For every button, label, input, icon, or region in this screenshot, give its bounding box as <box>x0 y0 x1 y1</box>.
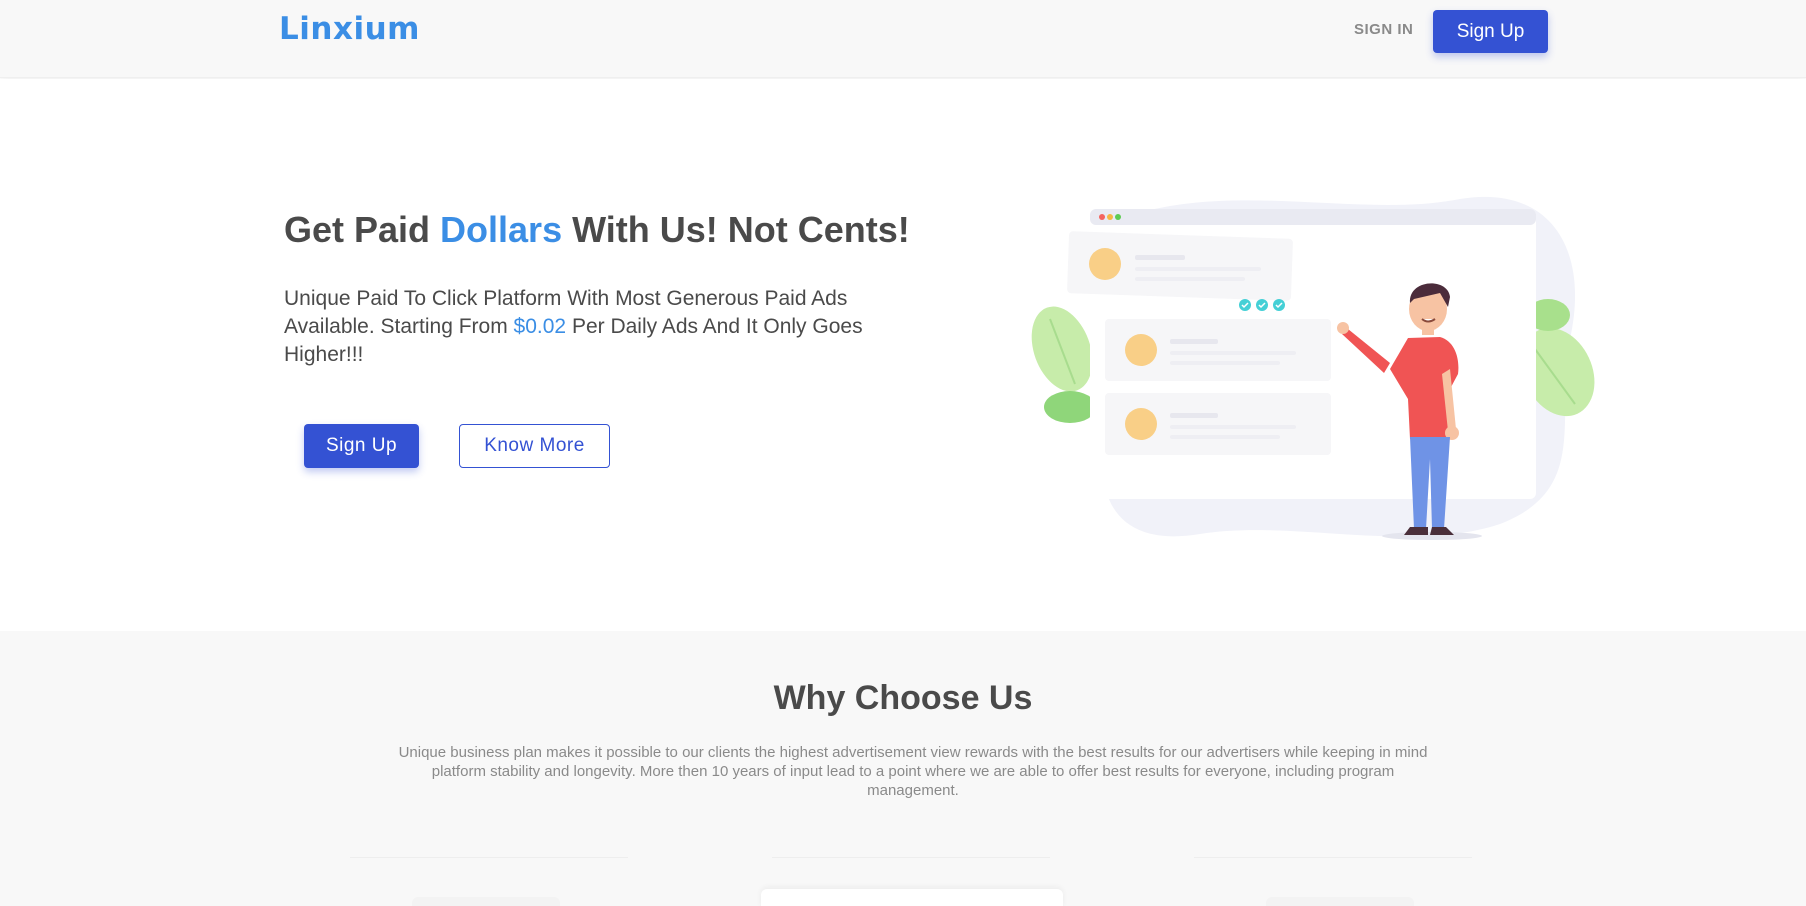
feature-card <box>761 889 1063 906</box>
browser-bar <box>1090 209 1536 225</box>
hero-subtitle-price: $0.02 <box>513 315 567 338</box>
divider <box>1194 857 1472 858</box>
hero-signup-button[interactable]: Sign Up <box>304 424 419 468</box>
divider <box>350 857 628 858</box>
feature-card <box>1266 897 1414 906</box>
why-title: Why Choose Us <box>773 679 1033 717</box>
know-more-button[interactable]: Know More <box>459 424 610 468</box>
hero-illustration-icon <box>1031 196 1595 540</box>
divider <box>772 857 1050 858</box>
leaf-left-2 <box>1044 391 1096 423</box>
feature-card <box>412 897 560 906</box>
hero-title-accent: Dollars <box>440 209 563 250</box>
why-description: Unique business plan makes it possible t… <box>398 744 1428 799</box>
site-header: Linxium SIGN IN Sign Up <box>0 0 1806 78</box>
hero-title-part2: With Us! Not Cents! <box>562 209 910 250</box>
signin-link[interactable]: SIGN IN <box>1354 21 1413 38</box>
logo[interactable]: Linxium <box>279 11 420 47</box>
hero-section: Get Paid Dollars With Us! Not Cents! Uni… <box>0 79 1806 631</box>
why-section: Why Choose Us Unique business plan makes… <box>0 631 1806 906</box>
header-signup-button[interactable]: Sign Up <box>1433 10 1548 53</box>
hero-title-part1: Get Paid <box>284 209 441 250</box>
hero-title: Get Paid Dollars With Us! Not Cents! <box>284 209 910 251</box>
hero-subtitle: Unique Paid To Click Platform With Most … <box>284 285 884 369</box>
